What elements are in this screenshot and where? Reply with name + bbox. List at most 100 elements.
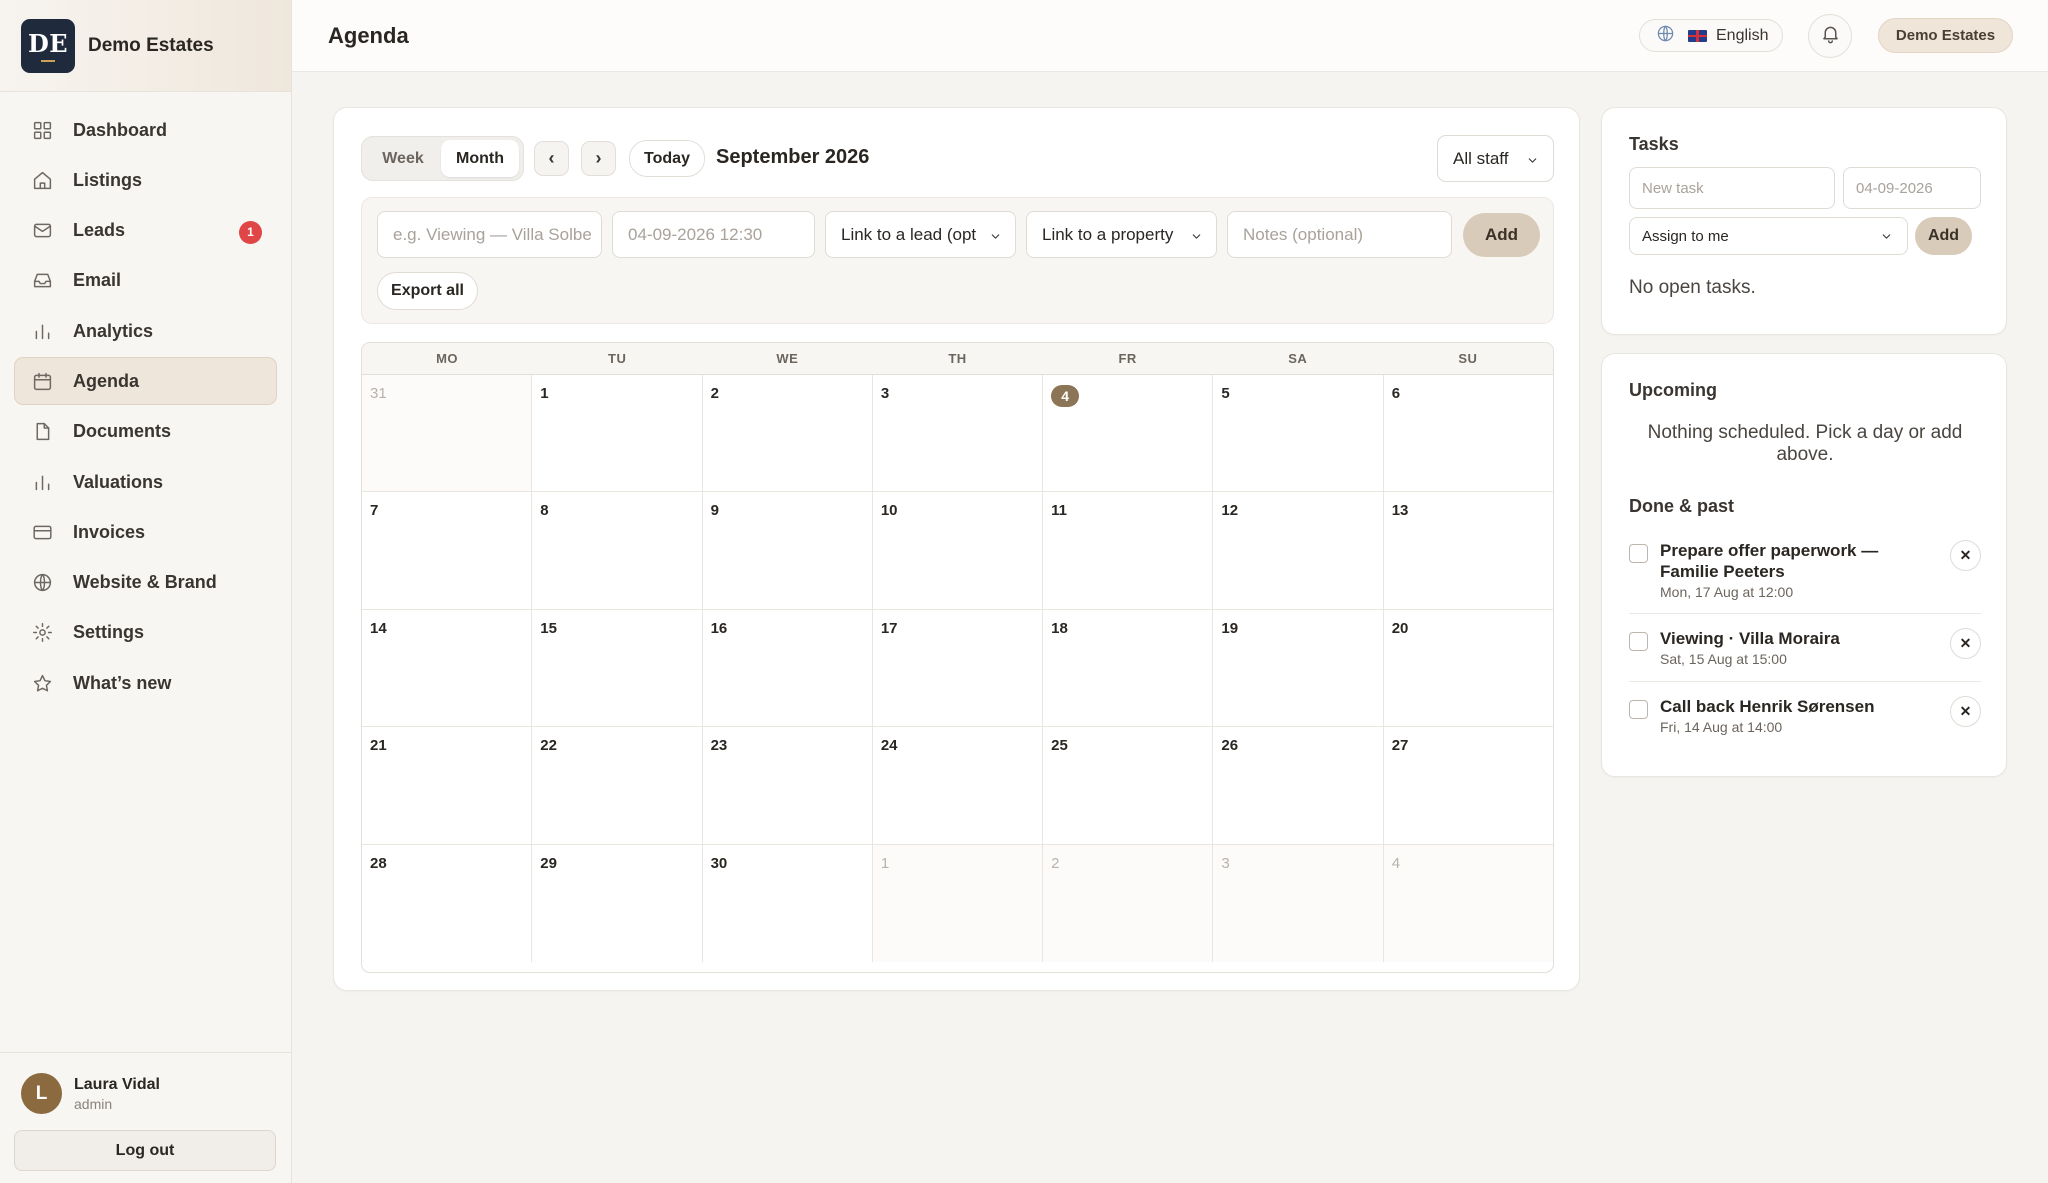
- language-switcher[interactable]: English: [1639, 19, 1783, 52]
- sidebar-item-email[interactable]: Email: [14, 257, 277, 305]
- day-cell[interactable]: 25: [1043, 727, 1214, 844]
- day-cell[interactable]: 31: [362, 375, 533, 492]
- day-cell[interactable]: 16: [703, 609, 873, 727]
- export-all-button[interactable]: Export all: [377, 272, 478, 310]
- event-notes-input[interactable]: Notes (optional): [1227, 211, 1452, 258]
- day-cell[interactable]: 23: [703, 727, 873, 844]
- close-icon[interactable]: ✕: [1950, 540, 1981, 571]
- day-cell[interactable]: 11: [1043, 492, 1214, 609]
- event-datetime-input[interactable]: 04-09-2026 12:30: [612, 211, 815, 258]
- org-switcher[interactable]: Demo Estates: [1878, 18, 2013, 53]
- sidebar-item-invoices[interactable]: Invoices: [14, 508, 277, 556]
- day-cell[interactable]: 30: [703, 844, 873, 962]
- new-task-input[interactable]: New task: [1629, 167, 1835, 209]
- today-button[interactable]: Today: [629, 140, 705, 177]
- day-cell[interactable]: 24: [873, 727, 1044, 844]
- day-cell[interactable]: 9: [703, 492, 873, 609]
- day-cell[interactable]: 8: [532, 492, 703, 609]
- task-date-input[interactable]: 04-09-2026: [1843, 167, 1981, 209]
- week-row: 7 8 9 10 11 12 13: [362, 492, 1553, 610]
- day-number: 2: [710, 385, 719, 402]
- task-checkbox[interactable]: [1629, 700, 1648, 719]
- bar-chart-icon: [31, 471, 53, 493]
- day-cell[interactable]: 10: [873, 492, 1044, 609]
- logout-button[interactable]: Log out: [14, 1130, 276, 1171]
- avatar[interactable]: L: [21, 1073, 62, 1114]
- list-item: Call back Henrik Sørensen Fri, 14 Aug at…: [1629, 696, 1981, 740]
- link-lead-select[interactable]: Link to a lead (opt: [825, 211, 1016, 258]
- day-cell[interactable]: 1: [872, 844, 1044, 962]
- brand[interactable]: DE Demo Estates: [0, 0, 291, 92]
- tasks-card: Tasks New task 04-09-2026 Assign to me A…: [1601, 107, 2007, 335]
- day-cell-today[interactable]: 4: [1043, 375, 1214, 492]
- day-cell[interactable]: 7: [362, 492, 533, 609]
- day-cell[interactable]: 2: [1043, 844, 1214, 962]
- sidebar-item-agenda[interactable]: Agenda: [14, 357, 277, 406]
- day-cell[interactable]: 28: [362, 844, 533, 962]
- day-cell[interactable]: 4: [1383, 844, 1553, 962]
- week-row: 21 22 23 24 25 26 27: [362, 727, 1553, 845]
- day-cell[interactable]: 15: [532, 609, 703, 727]
- chevron-down-icon: [989, 228, 1002, 248]
- chevron-down-icon: [1190, 228, 1203, 248]
- sidebar-item-whats-new[interactable]: What’s new: [14, 659, 277, 707]
- next-month-button[interactable]: ›: [581, 141, 616, 176]
- day-cell[interactable]: 13: [1384, 492, 1553, 608]
- item-time: Mon, 17 Aug at 12:00: [1660, 584, 1794, 600]
- link-property-select[interactable]: Link to a property: [1026, 211, 1217, 258]
- bell-icon: [1820, 23, 1841, 49]
- day-number: 19: [1221, 619, 1239, 637]
- weekday-label: MO: [436, 351, 459, 366]
- prev-month-button[interactable]: ‹: [534, 141, 569, 176]
- upcoming-empty-note: Nothing scheduled. Pick a day or add abo…: [1647, 422, 1963, 465]
- day-cell[interactable]: 19: [1213, 609, 1384, 727]
- day-cell[interactable]: 14: [362, 609, 533, 727]
- upcoming-title: Upcoming: [1629, 380, 1717, 400]
- day-cell[interactable]: 6: [1384, 375, 1553, 491]
- sidebar-item-leads[interactable]: Leads 1: [14, 207, 277, 255]
- sidebar-item-label: What’s new: [73, 672, 172, 693]
- day-cell[interactable]: 18: [1043, 609, 1214, 727]
- inbox-icon: [31, 270, 53, 292]
- close-icon[interactable]: ✕: [1950, 696, 1981, 727]
- close-icon[interactable]: ✕: [1950, 628, 1981, 659]
- day-cell[interactable]: 20: [1384, 610, 1553, 726]
- sidebar-item-listings[interactable]: Listings: [14, 156, 277, 204]
- sidebar-item-documents[interactable]: Documents: [14, 408, 277, 456]
- staff-filter-select[interactable]: All staff: [1437, 135, 1554, 182]
- add-task-button[interactable]: Add: [1915, 217, 1972, 255]
- day-cell[interactable]: 26: [1213, 727, 1384, 844]
- event-title-input[interactable]: e.g. Viewing — Villa Solbe: [377, 211, 602, 258]
- sidebar-item-website-brand[interactable]: Website & Brand: [14, 559, 277, 607]
- day-number: 29: [540, 854, 557, 872]
- day-number: 8: [540, 502, 549, 520]
- week-view-button[interactable]: Week: [365, 140, 441, 177]
- divider: [1629, 681, 1981, 682]
- user-row: L Laura Vidal admin: [14, 1073, 277, 1114]
- sidebar-item-dashboard[interactable]: Dashboard: [14, 106, 277, 154]
- link-property-value: Link to a property: [1042, 224, 1174, 244]
- day-cell[interactable]: 3: [873, 375, 1044, 492]
- sidebar-item-label: Documents: [73, 421, 172, 442]
- day-cell[interactable]: 21: [362, 727, 533, 844]
- day-cell[interactable]: 1: [532, 375, 703, 492]
- day-cell[interactable]: 27: [1384, 727, 1553, 843]
- sidebar-item-valuations[interactable]: Valuations: [14, 458, 277, 506]
- assign-select[interactable]: Assign to me: [1629, 217, 1908, 255]
- no-tasks-note: No open tasks.: [1629, 277, 1756, 298]
- notifications-button[interactable]: [1808, 14, 1852, 58]
- add-event-button[interactable]: Add: [1463, 213, 1540, 257]
- day-cell[interactable]: 17: [873, 609, 1044, 727]
- day-cell[interactable]: 22: [532, 727, 703, 844]
- sidebar-item-analytics[interactable]: Analytics: [14, 307, 277, 355]
- day-cell[interactable]: 3: [1213, 844, 1384, 962]
- task-checkbox[interactable]: [1629, 544, 1648, 563]
- sidebar-item-settings[interactable]: Settings: [14, 609, 277, 657]
- day-cell[interactable]: 12: [1213, 492, 1384, 609]
- task-checkbox[interactable]: [1629, 632, 1648, 651]
- month-view-button[interactable]: Month: [441, 140, 519, 177]
- day-cell[interactable]: 2: [703, 375, 873, 492]
- day-cell[interactable]: 5: [1213, 375, 1384, 492]
- day-cell[interactable]: 29: [532, 844, 703, 962]
- day-number: 21: [370, 737, 387, 755]
